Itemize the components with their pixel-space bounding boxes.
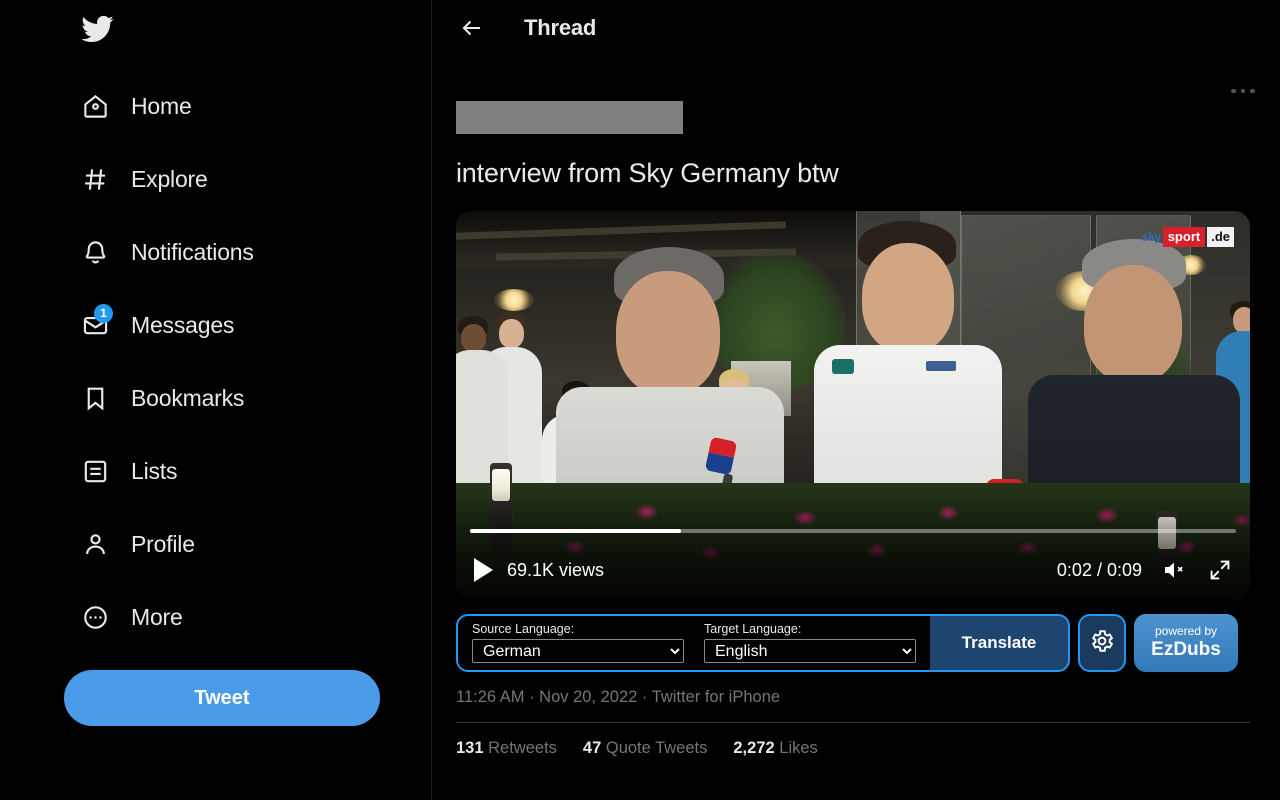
sidebar-item-bookmarks[interactable]: Bookmarks bbox=[64, 362, 431, 435]
source-language-select[interactable]: GermanEnglishSpanishFrench bbox=[472, 638, 684, 663]
likes-count: 2,272 bbox=[733, 739, 775, 757]
speaker-muted-icon[interactable] bbox=[1162, 559, 1188, 581]
tweet-timestamp: 11:26 AM · Nov 20, 2022 · Twitter for iP… bbox=[456, 688, 781, 706]
source-language-field: Source Language: GermanEnglishSpanishFre… bbox=[472, 623, 684, 663]
video-progress-fill bbox=[470, 529, 681, 533]
quotes-count: 47 bbox=[582, 739, 602, 757]
retweets-label: Retweets bbox=[488, 739, 557, 757]
watermark-sport-text: sport bbox=[1162, 227, 1206, 247]
ezdubs-language-group: Source Language: GermanEnglishSpanishFre… bbox=[456, 614, 930, 672]
home-icon bbox=[80, 92, 110, 122]
sidebar: Home Explore Notifications 1 Messages Bo… bbox=[0, 0, 432, 800]
sidebar-item-label: Home bbox=[131, 93, 192, 119]
play-icon[interactable] bbox=[474, 558, 493, 582]
source-language-label: Source Language: bbox=[472, 622, 575, 637]
sidebar-item-label: Messages bbox=[131, 312, 235, 338]
target-language-select[interactable]: EnglishGermanSpanishFrench bbox=[704, 638, 916, 663]
quote-tweets-stat[interactable]: 47 Quote Tweets bbox=[583, 739, 707, 758]
more-options-icon[interactable] bbox=[1226, 79, 1260, 103]
more-circle-icon bbox=[80, 603, 110, 633]
translate-button[interactable]: Translate bbox=[930, 614, 1070, 672]
powered-by-ezdubs-badge[interactable]: powered by EzDubs bbox=[1134, 614, 1238, 672]
twitter-logo[interactable] bbox=[64, 0, 431, 62]
lists-icon bbox=[80, 457, 110, 487]
ezdubs-translation-bar: Source Language: GermanEnglishSpanishFre… bbox=[456, 614, 1256, 672]
main-column: Thread interview from Sky Germany btw sk… bbox=[432, 0, 1280, 800]
video-player[interactable]: sky sport .de 69.1K views 0:02 / 0:09 bbox=[456, 211, 1250, 599]
sidebar-item-label: More bbox=[131, 604, 183, 630]
retweets-stat[interactable]: 131 Retweets bbox=[456, 739, 557, 758]
sky-sport-watermark: sky sport .de bbox=[1142, 227, 1234, 247]
likes-stat[interactable]: 2,272 Likes bbox=[733, 739, 817, 758]
sidebar-item-profile[interactable]: Profile bbox=[64, 508, 431, 581]
sidebar-item-explore[interactable]: Explore bbox=[64, 143, 431, 216]
envelope-icon: 1 bbox=[80, 303, 113, 341]
dot bbox=[1231, 88, 1236, 94]
stats-divider bbox=[456, 722, 1250, 723]
hashtag-icon bbox=[80, 165, 110, 195]
page-title: Thread bbox=[524, 14, 597, 40]
sidebar-item-notifications[interactable]: Notifications bbox=[64, 216, 431, 289]
tweet-stats: 131 Retweets 47 Quote Tweets 2,272 Likes bbox=[456, 739, 1256, 758]
person-icon bbox=[80, 530, 110, 560]
target-language-field: Target Language: EnglishGermanSpanishFre… bbox=[704, 623, 916, 663]
tweet-button[interactable]: Tweet bbox=[64, 670, 380, 726]
sidebar-item-home[interactable]: Home bbox=[64, 70, 431, 143]
sidebar-item-lists[interactable]: Lists bbox=[64, 435, 431, 508]
likes-label: Likes bbox=[779, 739, 818, 757]
messages-badge: 1 bbox=[94, 303, 113, 323]
author-redaction-block bbox=[456, 101, 683, 134]
sidebar-item-label: Explore bbox=[131, 166, 208, 192]
view-count: 69.1K views bbox=[507, 559, 605, 580]
gear-icon bbox=[1089, 628, 1115, 659]
video-controls: 69.1K views 0:02 / 0:09 bbox=[456, 541, 1250, 599]
retweets-count: 131 bbox=[456, 739, 484, 757]
tweet-body: interview from Sky Germany btw sky sport… bbox=[432, 101, 1280, 758]
expand-icon[interactable] bbox=[1208, 558, 1232, 582]
ezdubs-name: EzDubs bbox=[1151, 638, 1221, 660]
tweet-text: interview from Sky Germany btw bbox=[456, 158, 839, 188]
twitter-bird-icon bbox=[80, 12, 114, 51]
quotes-label: Quote Tweets bbox=[605, 739, 708, 757]
target-language-label: Target Language: bbox=[704, 622, 802, 637]
sidebar-item-label: Notifications bbox=[131, 239, 254, 265]
watermark-de-text: .de bbox=[1207, 227, 1234, 247]
thread-header: Thread bbox=[432, 0, 1280, 55]
video-progress-bar[interactable] bbox=[470, 529, 1236, 533]
dot bbox=[1250, 88, 1255, 94]
powered-by-text: powered by bbox=[1154, 624, 1218, 639]
bell-icon bbox=[80, 238, 110, 268]
ezdubs-settings-button[interactable] bbox=[1078, 614, 1126, 672]
sidebar-item-label: Profile bbox=[131, 531, 195, 557]
video-timecode: 0:02 / 0:09 bbox=[1056, 559, 1142, 580]
sidebar-item-label: Lists bbox=[131, 458, 178, 484]
sidebar-item-messages[interactable]: 1 Messages bbox=[64, 289, 431, 362]
twitter-app: Home Explore Notifications 1 Messages Bo… bbox=[0, 0, 1280, 800]
bookmark-icon bbox=[80, 384, 110, 414]
dot bbox=[1240, 88, 1246, 94]
back-arrow-icon[interactable] bbox=[458, 14, 486, 42]
sidebar-nav: Home Explore Notifications 1 Messages Bo… bbox=[64, 70, 431, 654]
sidebar-item-more[interactable]: More bbox=[64, 581, 431, 654]
watermark-sky-text: sky bbox=[1142, 230, 1161, 244]
sidebar-item-label: Bookmarks bbox=[131, 385, 245, 411]
